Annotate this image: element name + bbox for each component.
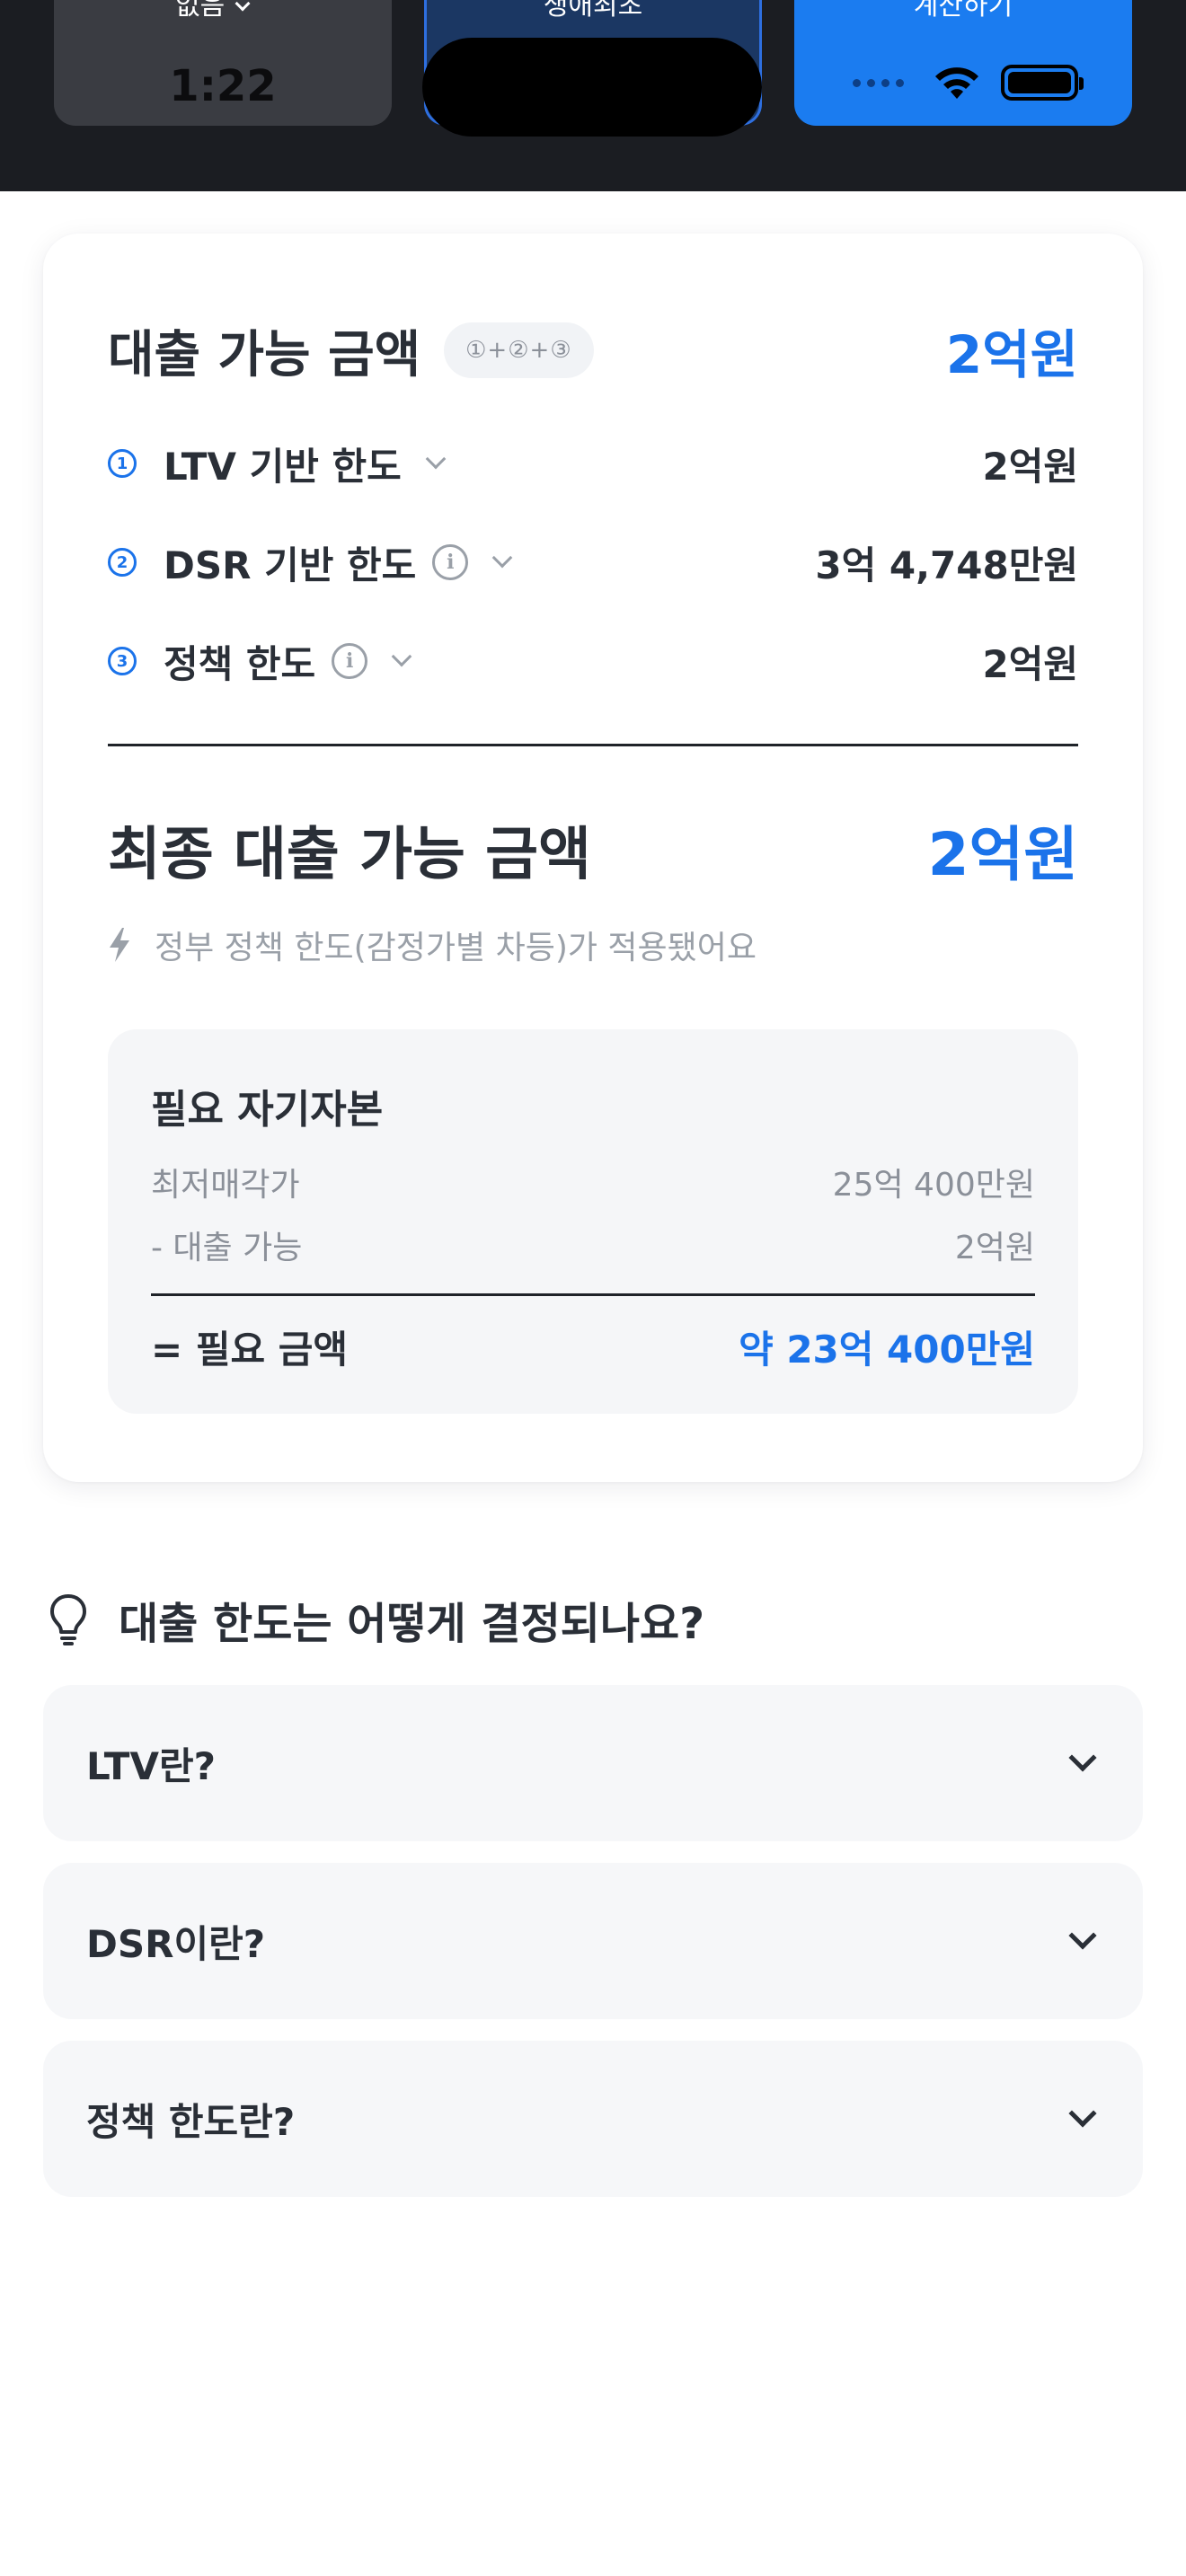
- battery-icon: [1001, 65, 1084, 101]
- policy-limit-label: 정책 한도: [164, 641, 316, 686]
- min-price-label: 최저매각가: [151, 1167, 300, 1204]
- dropdown-value: 없음: [175, 0, 226, 22]
- chevron-down-icon: [1068, 1921, 1097, 1950]
- faq-item-label: LTV란?: [86, 1743, 216, 1788]
- faq-item-label: DSR이란?: [86, 1921, 266, 1966]
- min-price-row: 최저매각가 25억 400만원: [151, 1155, 1035, 1209]
- lightbulb-icon: [50, 1594, 86, 1645]
- loan-summary-card: 대출 가능 금액 ①+②+③ 2억원 1 LTV 기반 한도 2억원 2 DSR…: [43, 234, 1143, 1482]
- top-control-strip: 없음 1:22 생애최초 계산하기: [0, 0, 1186, 191]
- chevron-down-icon: [1068, 2099, 1097, 2128]
- ltv-limit-label: LTV 기반 한도: [164, 444, 402, 489]
- number-1-icon: 1: [108, 449, 137, 478]
- policy-limit-row[interactable]: 3 정책 한도 i 2억원: [108, 625, 1078, 697]
- chevron-down-icon[interactable]: [391, 646, 412, 667]
- dynamic-island: [422, 38, 762, 137]
- faq-heading: 대출 한도는 어떻게 결정되나요?: [49, 1588, 704, 1651]
- wifi-icon: [935, 67, 978, 99]
- faq-heading-text: 대출 한도는 어떻게 결정되나요?: [119, 1599, 705, 1649]
- page: 없음 1:22 생애최초 계산하기 대출 가능 금액 ①+②+③ 2억원 1 L…: [0, 0, 1186, 2576]
- dsr-limit-row[interactable]: 2 DSR 기반 한도 i 3억 4,748만원: [108, 526, 1078, 598]
- needed-amount-label: = 필요 금액: [151, 1327, 348, 1372]
- final-loan-row: 최종 대출 가능 금액 2억원: [108, 805, 1078, 895]
- chevron-down-icon[interactable]: [491, 547, 513, 569]
- formula-badge: ①+②+③: [444, 322, 594, 378]
- cellular-signal-icon: [853, 78, 904, 87]
- policy-note-text: 정부 정책 한도(감정가별 차등)가 적용됐어요: [155, 930, 757, 966]
- min-price-value: 25억 400만원: [832, 1167, 1035, 1204]
- needed-amount-row: = 필요 금액 약 23억 400만원: [151, 1315, 1035, 1378]
- divider: [108, 744, 1078, 746]
- faq-item-label: 정책 한도란?: [86, 2099, 296, 2144]
- calculate-label: 계산하기: [913, 0, 1013, 22]
- final-loan-title: 최종 대출 가능 금액: [108, 822, 591, 888]
- info-icon[interactable]: i: [432, 544, 469, 580]
- ltv-limit-row[interactable]: 1 LTV 기반 한도 2억원: [108, 428, 1078, 499]
- policy-note: 정부 정책 한도(감정가별 차등)가 적용됐어요: [108, 918, 1078, 972]
- loan-deduction-row: - 대출 가능 2억원: [151, 1218, 1035, 1272]
- status-icons: [853, 65, 1084, 101]
- loan-deduction-value: 2억원: [954, 1230, 1035, 1266]
- loan-available-amount: 2억원: [945, 324, 1078, 385]
- required-equity-box: 필요 자기자본 최저매각가 25억 400만원 - 대출 가능 2억원 = 필요…: [108, 1029, 1078, 1414]
- lightning-icon: [110, 928, 129, 962]
- faq-item-policy[interactable]: 정책 한도란?: [43, 2041, 1143, 2197]
- first-time-buyer-label: 생애최초: [543, 0, 643, 22]
- loan-available-header: 대출 가능 금액 ①+②+③ 2억원: [108, 305, 1078, 395]
- first-home-none-dropdown[interactable]: 없음 1:22: [54, 0, 392, 126]
- policy-limit-value: 2억원: [982, 641, 1078, 686]
- chevron-down-icon: [235, 0, 251, 12]
- loan-available-title: 대출 가능 금액: [108, 325, 421, 384]
- faq-item-dsr[interactable]: DSR이란?: [43, 1863, 1143, 2019]
- divider: [151, 1293, 1035, 1296]
- final-loan-amount: 2억원: [927, 820, 1078, 889]
- number-2-icon: 2: [108, 548, 137, 577]
- number-3-icon: 3: [108, 647, 137, 675]
- ltv-limit-value: 2억원: [982, 444, 1078, 489]
- chevron-down-icon: [1068, 1743, 1097, 1772]
- calculate-button[interactable]: 계산하기: [794, 0, 1132, 126]
- status-time: 1:22: [169, 61, 277, 111]
- dsr-limit-value: 3억 4,748만원: [815, 543, 1078, 587]
- needed-amount-value: 약 23억 400만원: [739, 1327, 1035, 1372]
- dsr-limit-label: DSR 기반 한도: [164, 543, 417, 587]
- info-icon[interactable]: i: [332, 643, 368, 679]
- required-equity-title: 필요 자기자본: [151, 1087, 384, 1133]
- chevron-down-icon[interactable]: [425, 448, 447, 470]
- loan-deduction-label: - 대출 가능: [151, 1230, 303, 1266]
- faq-item-ltv[interactable]: LTV란?: [43, 1685, 1143, 1841]
